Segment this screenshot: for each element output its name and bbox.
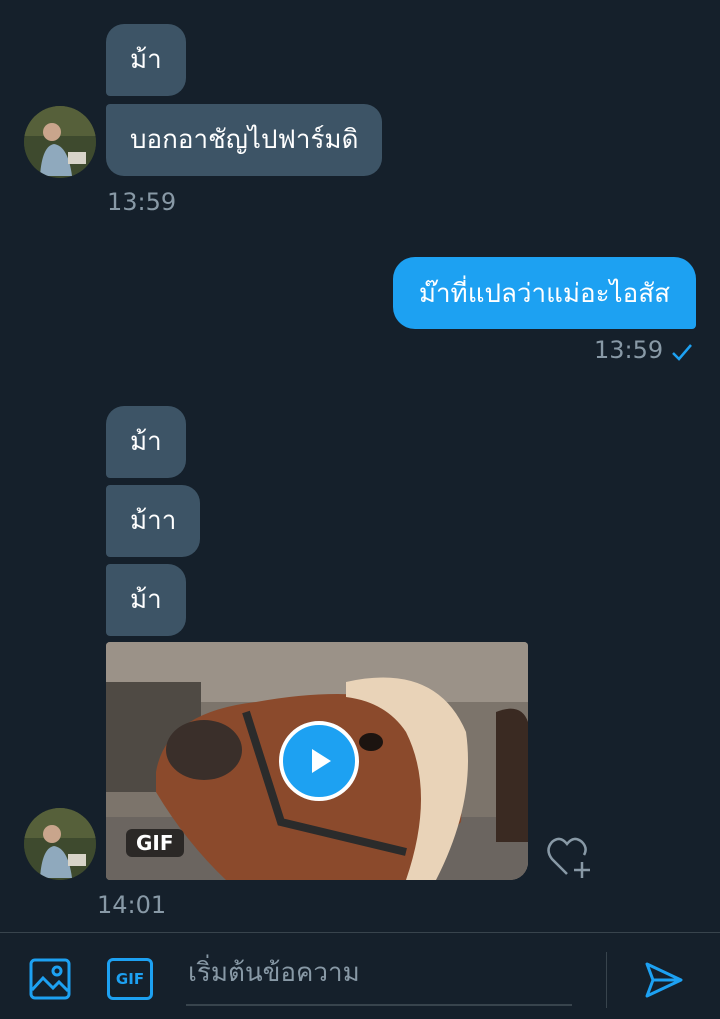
incoming-message[interactable]: ม้าา [106,485,201,557]
composer-separator [606,952,607,1008]
play-button[interactable] [279,721,359,801]
incoming-message[interactable]: ม้า [106,24,186,96]
send-icon[interactable] [644,960,684,1004]
message-text: ม้า [130,427,162,457]
message-text: ม๊าที่แปลว่าแม่อะไอสัส [418,278,670,309]
message-text: ม้า [130,585,162,615]
avatar[interactable] [24,106,96,178]
message-input[interactable] [186,952,570,994]
gif-button-label: GIF [115,970,145,988]
incoming-message[interactable]: ม้า [106,564,186,636]
message-text: บอกอาชัญไปฟาร์มดิ [130,125,359,155]
play-icon [312,749,331,773]
message-text: ม้า [130,45,162,75]
gif-message[interactable]: GIF [106,642,528,880]
message-text: ม้าา [130,506,177,536]
image-icon[interactable] [29,958,71,1004]
message-input-container[interactable] [186,946,572,1006]
avatar[interactable] [24,808,96,880]
heart-plus-icon[interactable] [546,834,594,884]
incoming-message[interactable]: ม้า [106,406,186,478]
timestamp: 14:01 [97,891,167,919]
gif-icon[interactable]: GIF [107,958,153,1000]
checkmark-icon [670,340,694,368]
timestamp: 13:59 [107,188,177,216]
composer-divider [0,932,720,933]
incoming-message[interactable]: บอกอาชัญไปฟาร์มดิ [106,104,383,176]
outgoing-message[interactable]: ม๊าที่แปลว่าแม่อะไอสัส [392,257,696,329]
timestamp: 13:59 [594,336,664,364]
gif-badge: GIF [126,829,184,857]
